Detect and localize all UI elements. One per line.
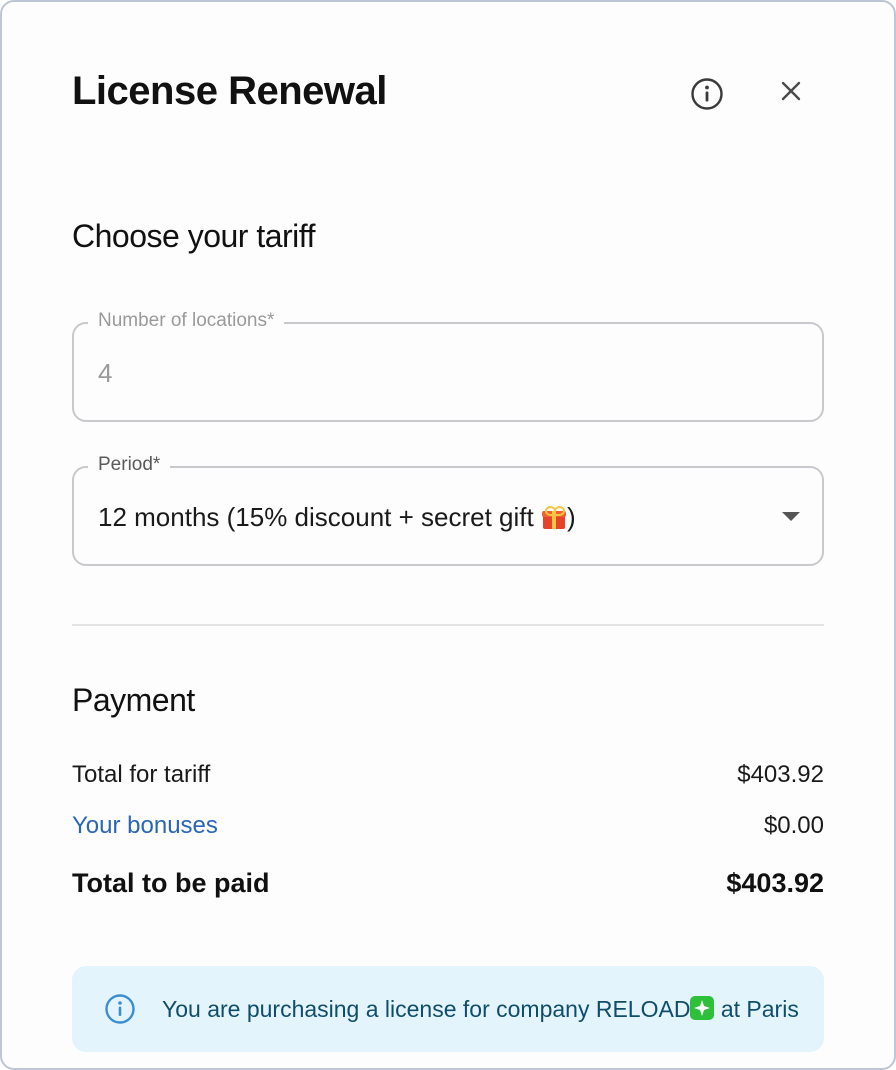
notice-text: You are purchasing a license for company…	[162, 992, 799, 1026]
payment-row-total: Total to be paid $403.92	[72, 866, 824, 902]
close-button[interactable]	[776, 76, 806, 106]
period-value-suffix: )	[566, 502, 576, 532]
tariff-total-label: Total for tariff	[72, 761, 211, 788]
period-label: Period*	[88, 452, 171, 478]
locations-value: 4	[98, 358, 113, 388]
period-select[interactable]: Period* 12 months (15% discount + secret…	[72, 452, 824, 566]
locations-label: Number of locations*	[88, 308, 285, 334]
bonuses-link[interactable]: Your bonuses	[72, 809, 218, 843]
chevron-down-icon[interactable]	[782, 512, 800, 521]
notice-text-location: at Paris	[714, 996, 799, 1022]
dialog-header: License Renewal	[72, 64, 824, 124]
close-icon	[781, 81, 801, 101]
period-value-text: 12 months (15% discount + secret gift	[98, 502, 541, 532]
license-renewal-dialog: License Renewal Choose your tariff Numbe…	[0, 0, 896, 1070]
section-divider	[72, 624, 824, 626]
sparkle-icon	[690, 996, 715, 1020]
payment-heading: Payment	[72, 682, 195, 718]
gift-icon	[541, 506, 566, 529]
info-button[interactable]	[690, 77, 724, 111]
total-to-pay-label: Total to be paid	[72, 868, 270, 898]
company-notice: You are purchasing a license for company…	[72, 966, 824, 1052]
tariff-total-value: $403.92	[737, 761, 824, 788]
period-value: 12 months (15% discount + secret gift )	[98, 500, 576, 534]
info-icon	[105, 994, 135, 1024]
payment-row-tariff-total: Total for tariff $403.92	[72, 758, 824, 794]
notice-text-main: You are purchasing a license for company…	[162, 996, 691, 1022]
total-to-pay-value: $403.92	[726, 868, 824, 898]
dialog-title: License Renewal	[72, 69, 387, 113]
payment-row-bonuses: Your bonuses $0.00	[72, 809, 824, 845]
info-icon	[691, 78, 723, 110]
tariff-heading: Choose your tariff	[72, 218, 315, 254]
locations-field: Number of locations* 4	[72, 308, 824, 422]
bonuses-value: $0.00	[763, 812, 824, 839]
